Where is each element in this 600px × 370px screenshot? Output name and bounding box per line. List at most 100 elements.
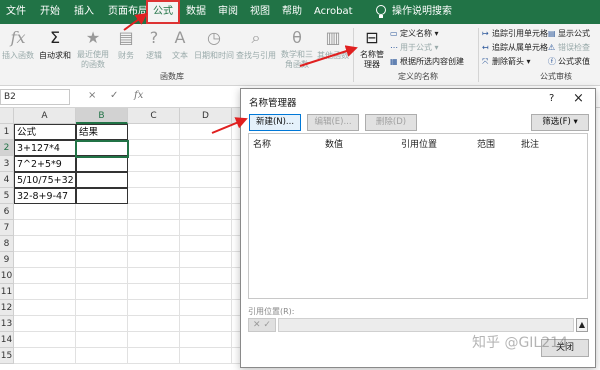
logical-button[interactable]: ? 逻辑: [142, 28, 166, 61]
cell[interactable]: [180, 140, 232, 156]
cell[interactable]: [128, 316, 180, 332]
remove-arrows-button[interactable]: ⤧ 删除箭头 ▾: [482, 56, 531, 67]
cell[interactable]: [76, 268, 128, 284]
cell[interactable]: [180, 236, 232, 252]
error-checking-button[interactable]: ⚠ 错误检查: [548, 42, 590, 53]
list-header-name[interactable]: 名称: [253, 137, 271, 150]
row-header[interactable]: 6: [0, 204, 14, 220]
cell[interactable]: [128, 284, 180, 300]
cell[interactable]: [180, 348, 232, 364]
cell[interactable]: [128, 236, 180, 252]
new-name-button[interactable]: 新建(N)...: [249, 114, 301, 131]
collapse-dialog-icon[interactable]: ▲: [576, 318, 588, 332]
math-trig-button[interactable]: θ 数学和三角函数: [280, 28, 314, 70]
cell[interactable]: [180, 332, 232, 348]
use-in-formula-button[interactable]: ⋯ 用于公式 ▾: [390, 42, 439, 53]
column-header[interactable]: D: [180, 108, 232, 124]
cell[interactable]: [14, 204, 76, 220]
cell[interactable]: [128, 348, 180, 364]
create-from-selection-button[interactable]: ▦ 根据所选内容创建: [390, 56, 464, 67]
datetime-button[interactable]: ◷ 日期和时间: [194, 28, 234, 61]
cancel-icon[interactable]: ×: [88, 90, 96, 101]
row-header[interactable]: 13: [0, 316, 14, 332]
tab-help[interactable]: 帮助: [282, 0, 302, 24]
enter-icon[interactable]: ✓: [110, 90, 118, 101]
tab-data[interactable]: 数据: [186, 0, 206, 24]
cell[interactable]: 32-8+9-47: [14, 188, 76, 204]
list-header-value[interactable]: 数值: [325, 137, 343, 150]
cell[interactable]: [14, 268, 76, 284]
cell[interactable]: [180, 156, 232, 172]
cell[interactable]: [180, 204, 232, 220]
tab-view[interactable]: 视图: [250, 0, 270, 24]
row-header[interactable]: 5: [0, 188, 14, 204]
tab-home[interactable]: 开始: [40, 0, 60, 24]
text-functions-button[interactable]: A 文本: [168, 28, 192, 61]
cell[interactable]: [14, 236, 76, 252]
tab-acrobat[interactable]: Acrobat: [314, 0, 353, 24]
cell[interactable]: [76, 284, 128, 300]
lookup-button[interactable]: ⌕ 查找与引用: [236, 28, 276, 61]
cell[interactable]: [76, 316, 128, 332]
close-icon[interactable]: ×: [573, 91, 584, 106]
row-header[interactable]: 8: [0, 236, 14, 252]
name-manager-button[interactable]: ⊟ 名称管理器: [358, 28, 386, 70]
show-formulas-button[interactable]: ▤ 显示公式: [548, 28, 590, 39]
edit-name-button[interactable]: 编辑(E)...: [307, 114, 359, 131]
cell[interactable]: [14, 348, 76, 364]
insert-function-fx-icon[interactable]: fx: [134, 90, 143, 101]
column-header[interactable]: A: [14, 108, 76, 124]
cell[interactable]: [128, 332, 180, 348]
cell[interactable]: [14, 332, 76, 348]
cell[interactable]: [180, 124, 232, 140]
cell[interactable]: [14, 316, 76, 332]
cell[interactable]: [14, 220, 76, 236]
filter-button[interactable]: 筛选(F) ▾: [531, 114, 589, 131]
cell[interactable]: [128, 188, 180, 204]
cell[interactable]: [128, 300, 180, 316]
row-header[interactable]: 4: [0, 172, 14, 188]
cell[interactable]: [180, 268, 232, 284]
cell[interactable]: [76, 220, 128, 236]
cell[interactable]: [128, 172, 180, 188]
column-header[interactable]: C: [128, 108, 180, 124]
list-header-comment[interactable]: 批注: [521, 137, 539, 150]
row-header[interactable]: 2: [0, 140, 14, 156]
tab-formulas[interactable]: 公式: [146, 0, 180, 24]
cell[interactable]: [180, 252, 232, 268]
cell[interactable]: [180, 316, 232, 332]
cell[interactable]: [76, 252, 128, 268]
financial-button[interactable]: ▤ 财务: [114, 28, 138, 61]
tab-insert[interactable]: 插入: [74, 0, 94, 24]
row-header[interactable]: 10: [0, 268, 14, 284]
cell[interactable]: [180, 220, 232, 236]
row-header[interactable]: 12: [0, 300, 14, 316]
cell[interactable]: [128, 204, 180, 220]
cell[interactable]: 结果: [76, 124, 128, 140]
row-header[interactable]: 1: [0, 124, 14, 140]
name-box[interactable]: B2: [0, 89, 70, 105]
delete-name-button[interactable]: 删除(D): [365, 114, 417, 131]
active-cell-b2[interactable]: [75, 140, 129, 158]
names-list[interactable]: 名称 数值 引用位置 范围 批注: [248, 133, 588, 299]
tab-page-layout[interactable]: 页面布局: [108, 0, 148, 24]
insert-function-button[interactable]: fx 插入函数: [2, 28, 34, 61]
refers-to-input[interactable]: [278, 318, 574, 332]
more-functions-button[interactable]: ▥ 其他函数: [316, 28, 350, 61]
cell[interactable]: [180, 188, 232, 204]
recent-functions-button[interactable]: ★ 最近使用的函数: [76, 28, 110, 70]
cell[interactable]: [76, 332, 128, 348]
cell[interactable]: [128, 220, 180, 236]
help-icon[interactable]: ?: [549, 93, 554, 104]
row-header[interactable]: 7: [0, 220, 14, 236]
select-all-corner[interactable]: [0, 108, 14, 124]
row-header[interactable]: 3: [0, 156, 14, 172]
cell[interactable]: [128, 156, 180, 172]
row-header[interactable]: 14: [0, 332, 14, 348]
evaluate-formula-button[interactable]: ⓕ 公式求值: [548, 56, 590, 67]
cell[interactable]: 3+127*4: [14, 140, 76, 156]
cell[interactable]: [128, 268, 180, 284]
row-header[interactable]: 9: [0, 252, 14, 268]
define-name-button[interactable]: ▭ 定义名称 ▾: [390, 28, 439, 39]
trace-dependents-button[interactable]: ↤ 追踪从属单元格: [482, 42, 548, 53]
